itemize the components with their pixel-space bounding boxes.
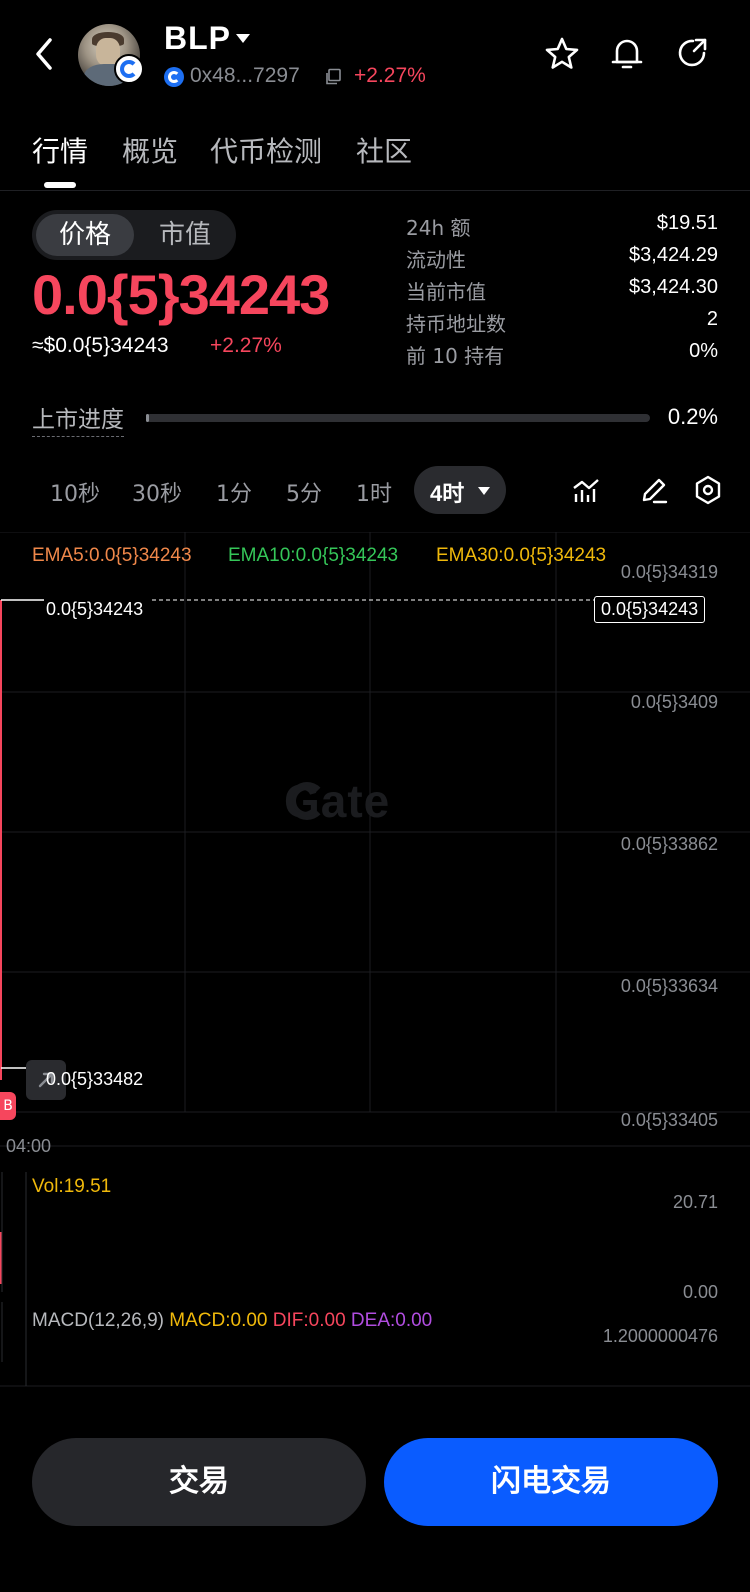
- ema5-label: EMA5:0.0{5}34243: [32, 545, 192, 566]
- ema10-label: EMA10:0.0{5}34243: [228, 545, 399, 566]
- trade-button[interactable]: 交易: [32, 1438, 366, 1526]
- stat-value-mcap: $3,424.30: [629, 276, 718, 298]
- chart-settings-icon[interactable]: [692, 474, 724, 506]
- stat-label-mcap: 当前市值: [406, 280, 486, 304]
- usd-price: ≈$0.0{5}34243: [32, 334, 169, 357]
- y-axis-label: 0.0{5}34319: [620, 562, 718, 582]
- listing-progress-fill: [146, 414, 149, 422]
- draw-pen-icon[interactable]: [638, 474, 670, 506]
- toggle-price[interactable]: 价格: [36, 214, 134, 256]
- stat-value-holders: 2: [706, 308, 718, 330]
- stat-value-liquidity: $3,424.29: [629, 244, 718, 266]
- tab-overview[interactable]: 概览: [122, 130, 178, 170]
- ema30-label: EMA30:0.0{5}34243: [436, 545, 607, 566]
- macd-legend: MACD(12,26,9) MACD:0.00 DIF:0.00 DEA:0.0…: [32, 1310, 432, 1332]
- current-price-tag: 0.0{5}34243: [594, 596, 706, 623]
- indicator-icon[interactable]: [570, 474, 602, 506]
- chain-icon: [164, 67, 184, 87]
- dea-value: DEA:0.00: [350, 1310, 433, 1331]
- toggle-market-cap[interactable]: 市值: [136, 214, 234, 256]
- stat-label-top10: 前 10 持有: [406, 344, 505, 368]
- listing-progress-bar: [146, 414, 650, 422]
- token-title[interactable]: BLP: [164, 20, 231, 57]
- contract-address: 0x48...7297: [190, 64, 300, 87]
- volume-label: Vol:19.51: [32, 1176, 112, 1197]
- interval-selector[interactable]: 4时: [414, 466, 506, 514]
- bell-icon[interactable]: [610, 36, 644, 72]
- caret-down-icon: [478, 487, 490, 495]
- volume-axis-top: 20.71: [672, 1192, 718, 1212]
- macd-title: MACD(12,26,9): [32, 1310, 164, 1331]
- y-axis-label: 0.0{5}33634: [620, 976, 718, 996]
- caret-down-icon[interactable]: [236, 34, 250, 43]
- price-chart[interactable]: [0, 532, 750, 1412]
- chain-badge-icon: [114, 54, 144, 84]
- interval-1h[interactable]: 1时: [356, 476, 392, 508]
- stat-value-volume: $19.51: [656, 212, 718, 234]
- stat-label-holders: 持币地址数: [406, 312, 506, 336]
- stat-label-volume: 24h 额: [406, 216, 471, 240]
- flash-trade-button[interactable]: 闪电交易: [384, 1438, 718, 1526]
- tab-community[interactable]: 社区: [356, 130, 412, 170]
- y-axis-label: 0.0{5}33862: [620, 834, 718, 854]
- volume-axis-bottom: 0.00: [682, 1282, 718, 1302]
- interval-10s[interactable]: 10秒: [50, 476, 100, 508]
- interval-1m[interactable]: 1分: [216, 476, 252, 508]
- dif-value: DIF:0.00: [272, 1310, 346, 1331]
- stat-value-top10: 0%: [689, 340, 718, 362]
- current-price: 0.0{5}34243: [32, 263, 330, 326]
- tab-market[interactable]: 行情: [32, 130, 88, 170]
- low-price-label: 0.0{5}33482: [46, 1069, 144, 1089]
- back-button[interactable]: [30, 34, 60, 74]
- x-axis-time-label: 04:00: [6, 1136, 52, 1156]
- watermark: Gate: [284, 775, 391, 827]
- interval-30s[interactable]: 30秒: [132, 476, 182, 508]
- tab-token-check[interactable]: 代币检测: [210, 130, 322, 170]
- share-icon[interactable]: [676, 36, 710, 70]
- interval-5m[interactable]: 5分: [286, 476, 322, 508]
- stat-label-liquidity: 流动性: [406, 248, 466, 272]
- macd-axis-label: 1.2000000476: [602, 1326, 718, 1346]
- y-axis-label: 0.0{5}33405: [620, 1110, 718, 1130]
- high-price-label: 0.0{5}34243: [46, 599, 144, 619]
- divider: [0, 190, 750, 191]
- tab-indicator: [44, 182, 76, 188]
- price-change: +2.27%: [210, 334, 282, 357]
- macd-value: MACD:0.00: [169, 1310, 268, 1331]
- header-price-change: +2.27%: [354, 64, 426, 87]
- buy-marker[interactable]: B: [0, 1092, 16, 1120]
- listing-progress-label[interactable]: 上市进度: [32, 400, 124, 437]
- y-axis-label: 0.0{5}3409: [630, 692, 718, 712]
- star-icon[interactable]: [544, 36, 580, 72]
- copy-icon[interactable]: [324, 68, 342, 86]
- listing-progress-value: 0.2%: [667, 404, 718, 429]
- interval-selected: 4时: [430, 481, 465, 506]
- chevron-left-icon: [36, 38, 52, 70]
- price-mcap-toggle: 价格 市值: [32, 210, 236, 260]
